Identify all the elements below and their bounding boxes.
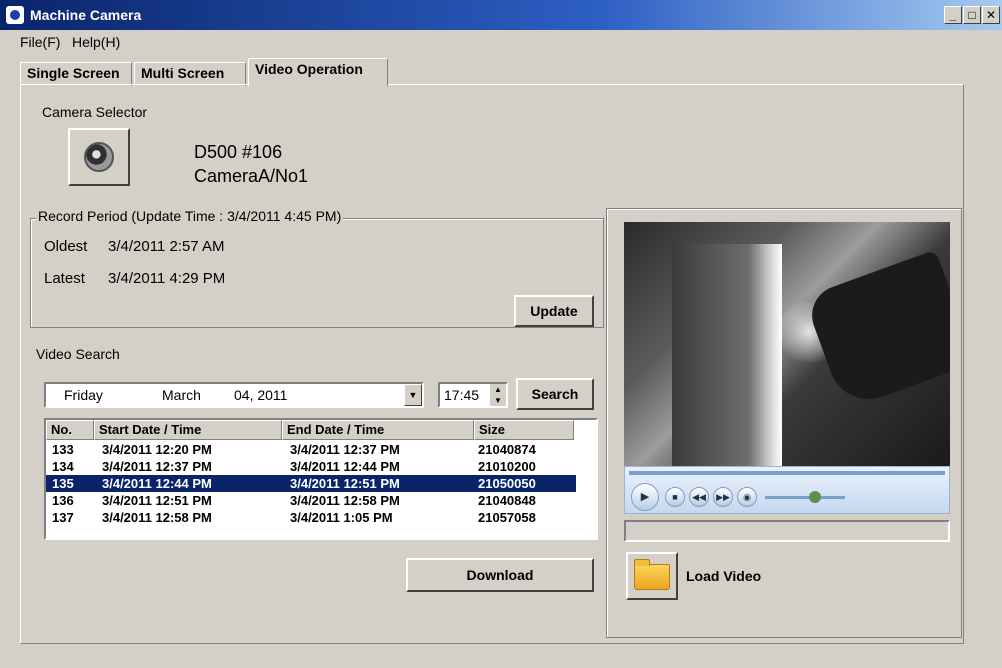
cell-end: 3/4/2011 12:58 PM	[290, 493, 400, 508]
menu-file[interactable]: File(F)	[20, 34, 60, 50]
previous-button[interactable]: ◀◀	[689, 487, 709, 507]
time-value: 17:45	[444, 387, 480, 403]
cell-no: 136	[52, 493, 74, 508]
mute-button[interactable]: ◉	[737, 487, 757, 507]
menu-bar: File(F) Help(H)	[0, 30, 1002, 54]
record-period-label: Record Period (Update Time : 3/4/2011 4:…	[36, 208, 344, 224]
column-no[interactable]: No.	[46, 420, 94, 440]
stop-button[interactable]: ■	[665, 487, 685, 507]
date-picker[interactable]: Friday March 04, 2011 ▼	[44, 382, 424, 408]
date-month: March	[162, 387, 201, 403]
load-video-label: Load Video	[686, 568, 762, 584]
video-list[interactable]: No. Start Date / Time End Date / Time Si…	[44, 418, 598, 540]
table-row-selected[interactable]: 135 3/4/2011 12:44 PM 3/4/2011 12:51 PM …	[46, 475, 576, 492]
cell-size: 21040874	[478, 442, 536, 457]
table-row[interactable]: 134 3/4/2011 12:37 PM 3/4/2011 12:44 PM …	[46, 458, 596, 475]
date-rest: 04, 2011	[234, 387, 288, 403]
app-icon	[6, 6, 24, 24]
seek-bar[interactable]	[629, 471, 945, 475]
video-preview[interactable]	[624, 222, 950, 466]
time-spinner[interactable]: ▲ ▼	[490, 384, 506, 406]
cell-start: 3/4/2011 12:51 PM	[102, 493, 212, 508]
chevron-down-icon[interactable]: ▼	[404, 384, 422, 406]
player-controls: ▶ ■ ◀◀ ▶▶ ◉	[624, 466, 950, 514]
cell-size: 21010200	[478, 459, 536, 474]
cell-start: 3/4/2011 12:58 PM	[102, 510, 212, 525]
minimize-button[interactable]: _	[944, 6, 962, 24]
download-button[interactable]: Download	[406, 558, 594, 592]
cell-end: 3/4/2011 12:44 PM	[290, 459, 400, 474]
cell-start: 3/4/2011 12:37 PM	[102, 459, 212, 474]
cell-start: 3/4/2011 12:20 PM	[102, 442, 212, 457]
list-header: No. Start Date / Time End Date / Time Si…	[46, 420, 596, 440]
table-row[interactable]: 137 3/4/2011 12:58 PM 3/4/2011 1:05 PM 2…	[46, 509, 596, 526]
oldest-label: Oldest	[44, 238, 88, 255]
cell-no: 137	[52, 510, 74, 525]
camera-subname: CameraA/No1	[194, 166, 309, 186]
video-frame-slab	[672, 244, 782, 466]
camera-icon	[84, 142, 114, 172]
tab-multi-screen[interactable]: Multi Screen	[134, 62, 246, 86]
cell-size: 21057058	[478, 510, 536, 525]
player-status-strip	[624, 520, 950, 542]
latest-label: Latest	[44, 270, 85, 287]
column-size[interactable]: Size	[474, 420, 574, 440]
next-button[interactable]: ▶▶	[713, 487, 733, 507]
close-button[interactable]: ✕	[982, 6, 1000, 24]
camera-selector-label: Camera Selector	[42, 104, 148, 120]
cell-start: 3/4/2011 12:44 PM	[102, 476, 212, 491]
title-bar: Machine Camera _ □ ✕	[0, 0, 1002, 30]
tab-video-operation[interactable]: Video Operation	[248, 58, 388, 86]
search-button[interactable]: Search	[516, 378, 594, 410]
cell-size: 21040848	[478, 493, 536, 508]
column-end[interactable]: End Date / Time	[282, 420, 474, 440]
video-search-label: Video Search	[36, 346, 120, 362]
camera-name: D500 #106	[194, 142, 283, 162]
column-start[interactable]: Start Date / Time	[94, 420, 282, 440]
video-frame-arm	[803, 249, 950, 411]
volume-slider[interactable]	[765, 491, 845, 503]
oldest-value: 3/4/2011 2:57 AM	[108, 238, 225, 255]
table-row[interactable]: 133 3/4/2011 12:20 PM 3/4/2011 12:37 PM …	[46, 441, 596, 458]
cell-end: 3/4/2011 12:37 PM	[290, 442, 400, 457]
cell-no: 134	[52, 459, 74, 474]
tab-single-screen[interactable]: Single Screen	[20, 62, 132, 86]
update-button[interactable]: Update	[514, 295, 594, 327]
cell-no: 133	[52, 442, 74, 457]
menu-help[interactable]: Help(H)	[72, 34, 120, 50]
date-day: Friday	[64, 387, 103, 403]
table-row[interactable]: 136 3/4/2011 12:51 PM 3/4/2011 12:58 PM …	[46, 492, 596, 509]
time-input[interactable]: 17:45 ▲ ▼	[438, 382, 508, 408]
play-button[interactable]: ▶	[631, 483, 659, 511]
cell-no: 135	[52, 476, 74, 491]
camera-select-button[interactable]	[68, 128, 130, 186]
load-video-button[interactable]	[626, 552, 678, 600]
cell-end: 3/4/2011 12:51 PM	[290, 476, 400, 491]
maximize-button[interactable]: □	[963, 6, 981, 24]
latest-value: 3/4/2011 4:29 PM	[108, 270, 226, 287]
window-title: Machine Camera	[30, 7, 142, 23]
folder-icon	[634, 559, 670, 590]
cell-end: 3/4/2011 1:05 PM	[290, 510, 393, 525]
cell-size: 21050050	[478, 476, 536, 491]
